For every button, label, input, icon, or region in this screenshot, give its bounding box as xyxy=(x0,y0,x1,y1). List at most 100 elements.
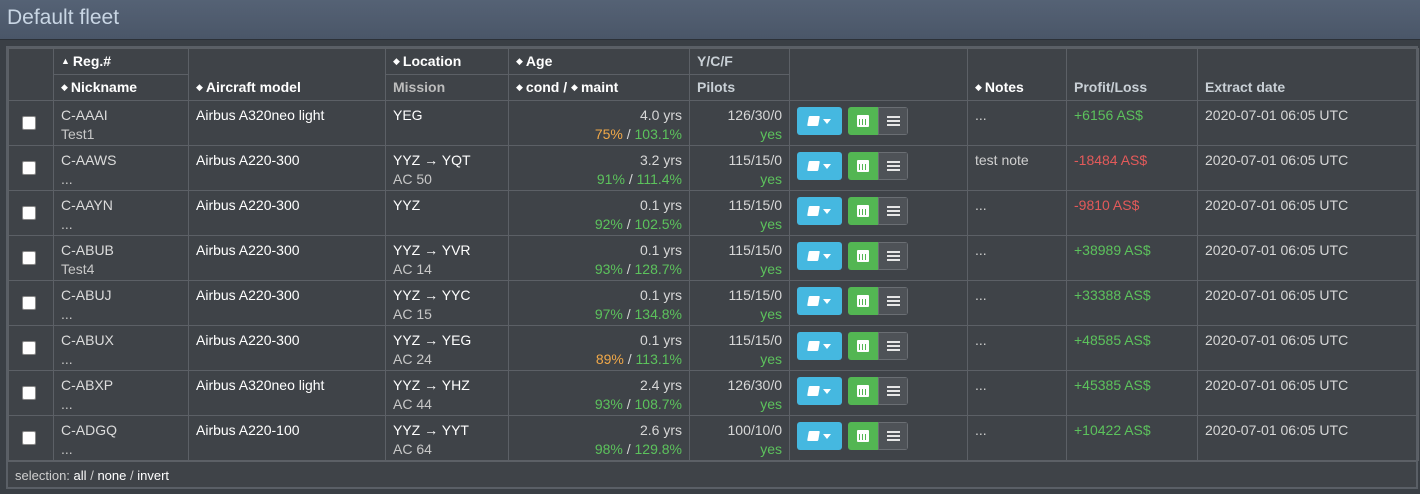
note-text[interactable]: ... xyxy=(975,196,1059,215)
reg-number[interactable]: C-ABUJ xyxy=(61,286,181,305)
profit-cell: +45385 AS$ xyxy=(1066,370,1198,416)
select-none-link[interactable]: none xyxy=(97,468,126,483)
caret-down-icon xyxy=(823,118,831,124)
notes-cell[interactable]: ... xyxy=(967,415,1067,461)
note-text[interactable]: ... xyxy=(975,286,1059,305)
age: 0.1 yrs xyxy=(639,332,682,348)
reg-number[interactable]: C-ABUX xyxy=(61,331,181,350)
list-icon xyxy=(886,340,900,352)
schedule-button[interactable] xyxy=(848,377,878,405)
reg-cell: C-AAAI Test1 xyxy=(53,100,189,146)
model-cell: Airbus A220-100 xyxy=(188,415,386,461)
reg-number[interactable]: C-AAWS xyxy=(61,151,181,170)
aircraft-model: Airbus A220-300 xyxy=(196,242,300,258)
note-text[interactable]: ... xyxy=(975,241,1059,260)
logbook-dropdown-button[interactable] xyxy=(797,152,842,180)
ycf-header: Y/C/F xyxy=(689,48,790,75)
table-row: C-ADGQ... Airbus A220-100 YYZ → YYT AC 64 2.… xyxy=(8,415,1419,461)
age-header[interactable]: ◆ Age xyxy=(508,48,690,75)
table-row: C-AAWS... Airbus A220-300 YYZ → YQT AC 50 3.… xyxy=(8,145,1419,191)
extract-date: 2020-07-01 06:05 UTC xyxy=(1205,197,1349,213)
logbook-dropdown-button[interactable] xyxy=(797,242,842,270)
age: 3.2 yrs xyxy=(639,152,682,168)
profit-cell: +38989 AS$ xyxy=(1066,235,1198,281)
seat-config: 126/30/0 xyxy=(727,377,783,393)
logbook-dropdown-button[interactable] xyxy=(797,377,842,405)
details-list-button[interactable] xyxy=(878,242,908,270)
location: YYZ → YHZ xyxy=(393,377,470,393)
logbook-dropdown-button[interactable] xyxy=(797,107,842,135)
details-list-button[interactable] xyxy=(878,287,908,315)
note-text[interactable]: ... xyxy=(975,376,1059,395)
notes-header[interactable]: ◆ Notes xyxy=(967,48,1067,101)
actions-cell xyxy=(789,190,968,236)
location: YYZ xyxy=(393,197,421,213)
schedule-button[interactable] xyxy=(848,107,878,135)
logbook-dropdown-button[interactable] xyxy=(797,287,842,315)
reg-number[interactable]: C-AAAI xyxy=(61,106,181,125)
reg-number[interactable]: C-AAYN xyxy=(61,196,181,215)
reg-number[interactable]: C-ADGQ xyxy=(61,421,181,440)
reg-number[interactable]: C-ABXP xyxy=(61,376,181,395)
schedule-button[interactable] xyxy=(848,422,878,450)
notes-cell[interactable]: ... xyxy=(967,280,1067,326)
notes-cell[interactable]: ... xyxy=(967,235,1067,281)
pilots-header: Pilots xyxy=(689,74,790,101)
ycf-cell: 115/15/0 yes xyxy=(689,235,790,281)
calendar-icon xyxy=(857,385,869,397)
row-checkbox[interactable] xyxy=(22,386,36,400)
location-header[interactable]: ◆ Location xyxy=(385,48,509,75)
age: 2.6 yrs xyxy=(639,422,682,438)
row-checkbox[interactable] xyxy=(22,116,36,130)
nickname-header[interactable]: ◆ Nickname xyxy=(53,74,189,101)
logbook-dropdown-button[interactable] xyxy=(797,332,842,360)
details-list-button[interactable] xyxy=(878,422,908,450)
schedule-button[interactable] xyxy=(848,287,878,315)
model-header[interactable]: ◆ Aircraft model xyxy=(188,48,386,101)
actions-cell xyxy=(789,280,968,326)
note-text[interactable]: ... xyxy=(975,331,1059,350)
maintenance: 102.5% xyxy=(634,216,682,232)
schedule-button[interactable] xyxy=(848,332,878,360)
details-list-button[interactable] xyxy=(878,377,908,405)
notes-cell[interactable]: test note xyxy=(967,145,1067,191)
details-list-button[interactable] xyxy=(878,107,908,135)
schedule-button[interactable] xyxy=(848,152,878,180)
notes-cell[interactable]: ... xyxy=(967,190,1067,236)
select-invert-link[interactable]: invert xyxy=(137,468,169,483)
sort-icon: ◆ xyxy=(571,82,578,92)
condition: 92% xyxy=(594,216,623,232)
details-list-button[interactable] xyxy=(878,332,908,360)
notes-cell[interactable]: ... xyxy=(967,100,1067,146)
row-checkbox[interactable] xyxy=(22,251,36,265)
aircraft-model: Airbus A220-300 xyxy=(196,152,300,168)
extract-date: 2020-07-01 06:05 UTC xyxy=(1205,332,1349,348)
row-checkbox[interactable] xyxy=(22,431,36,445)
logbook-dropdown-button[interactable] xyxy=(797,197,842,225)
reg-number[interactable]: C-ABUB xyxy=(61,241,181,260)
note-text[interactable]: ... xyxy=(975,421,1059,440)
cond-maint-header[interactable]: ◆ cond / ◆ maint xyxy=(508,74,690,101)
notes-cell[interactable]: ... xyxy=(967,325,1067,371)
row-checkbox[interactable] xyxy=(22,296,36,310)
logbook-dropdown-button[interactable] xyxy=(797,422,842,450)
schedule-button[interactable] xyxy=(848,242,878,270)
details-list-button[interactable] xyxy=(878,152,908,180)
notes-cell[interactable]: ... xyxy=(967,370,1067,416)
location-cell: YYZ → YYT AC 64 xyxy=(385,415,509,461)
row-checkbox[interactable] xyxy=(22,206,36,220)
details-list-button[interactable] xyxy=(878,197,908,225)
ycf-cell: 126/30/0 yes xyxy=(689,100,790,146)
reg-header[interactable]: ▲ Reg.# xyxy=(53,48,189,75)
profit-loss: +45385 AS$ xyxy=(1074,377,1151,393)
note-text[interactable]: ... xyxy=(975,106,1059,125)
row-checkbox[interactable] xyxy=(22,341,36,355)
caret-down-icon xyxy=(823,298,831,304)
age-cell: 2.4 yrs 93% / 108.7% xyxy=(508,370,690,416)
row-checkbox[interactable] xyxy=(22,161,36,175)
profit-cell: +33388 AS$ xyxy=(1066,280,1198,326)
note-text[interactable]: test note xyxy=(975,151,1059,170)
condition: 93% xyxy=(594,396,623,412)
select-all-link[interactable]: all xyxy=(74,468,87,483)
schedule-button[interactable] xyxy=(848,197,878,225)
